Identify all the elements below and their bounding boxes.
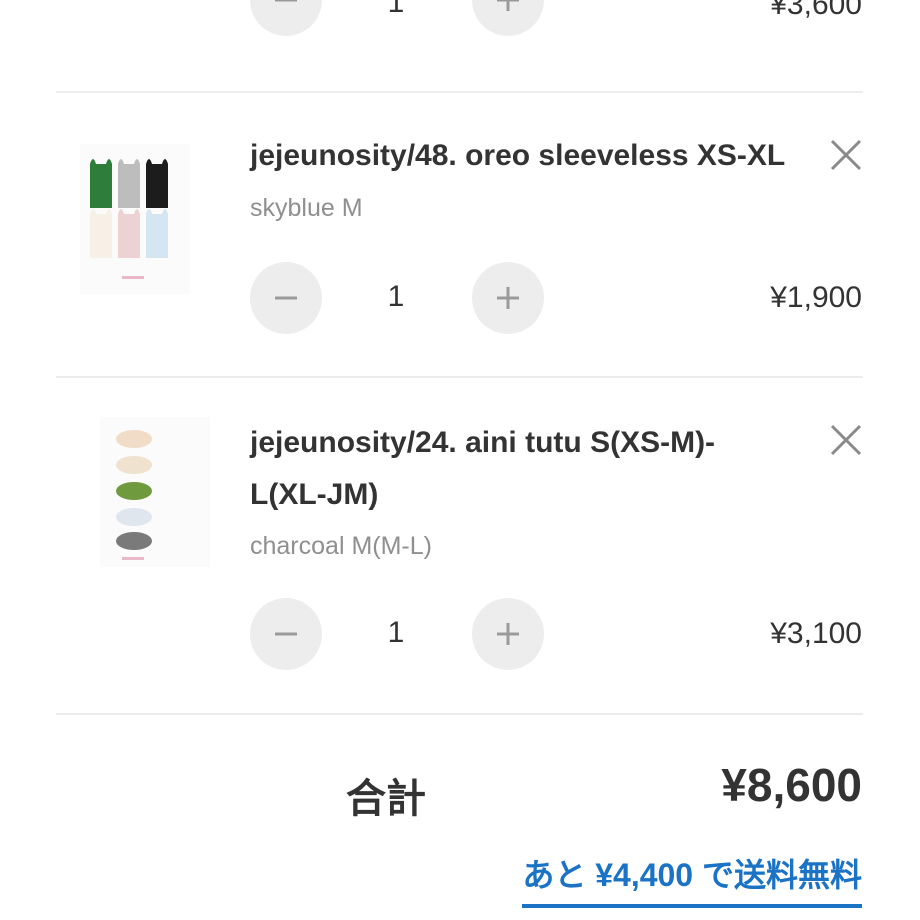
minus-icon [275,632,297,636]
remove-item-button[interactable] [826,135,866,175]
divider [56,713,863,715]
total-label: 合計 [346,777,426,821]
item-price: ¥3,100 [770,617,862,650]
product-thumbnail[interactable] [80,144,190,294]
product-title[interactable]: jejeunosity/24. aini tutu S(XS-M)-L(XL-J… [250,417,770,521]
decrease-quantity-button[interactable] [250,0,322,36]
item-price: ¥1,900 [770,281,862,314]
product-variant: charcoal M(M-L) [250,532,432,560]
cart-item-partial: 1 ¥3,600 [0,0,920,46]
product-variant: skyblue M [250,194,363,222]
quantity-value: 1 [387,616,405,649]
free-shipping-link[interactable]: あと ¥4,400 で送料無料 [522,850,862,908]
quantity-value: 1 [387,0,405,19]
plus-icon [497,623,519,645]
total-value: ¥8,600 [721,759,862,811]
increase-quantity-button[interactable] [472,598,544,670]
quantity-value: 1 [387,280,405,313]
close-icon [830,424,862,456]
aini-tutu-thumbnail [100,417,210,567]
increase-quantity-button[interactable] [472,0,544,36]
close-icon [830,139,862,171]
decrease-quantity-button[interactable] [250,598,322,670]
oreo-sleeveless-thumbnail [80,144,190,294]
plus-icon [497,0,519,11]
cart-item: jejeunosity/24. aini tutu S(XS-M)-L(XL-J… [0,377,920,715]
minus-icon [275,296,297,300]
remove-item-button[interactable] [826,420,866,460]
plus-icon [497,287,519,309]
cart-item: jejeunosity/48. oreo sleeveless XS-XL sk… [0,92,920,377]
item-price: ¥3,600 [770,0,862,21]
product-thumbnail[interactable] [100,417,210,567]
product-title[interactable]: jejeunosity/48. oreo sleeveless XS-XL [250,130,785,182]
increase-quantity-button[interactable] [472,262,544,334]
decrease-quantity-button[interactable] [250,262,322,334]
minus-icon [275,0,297,2]
